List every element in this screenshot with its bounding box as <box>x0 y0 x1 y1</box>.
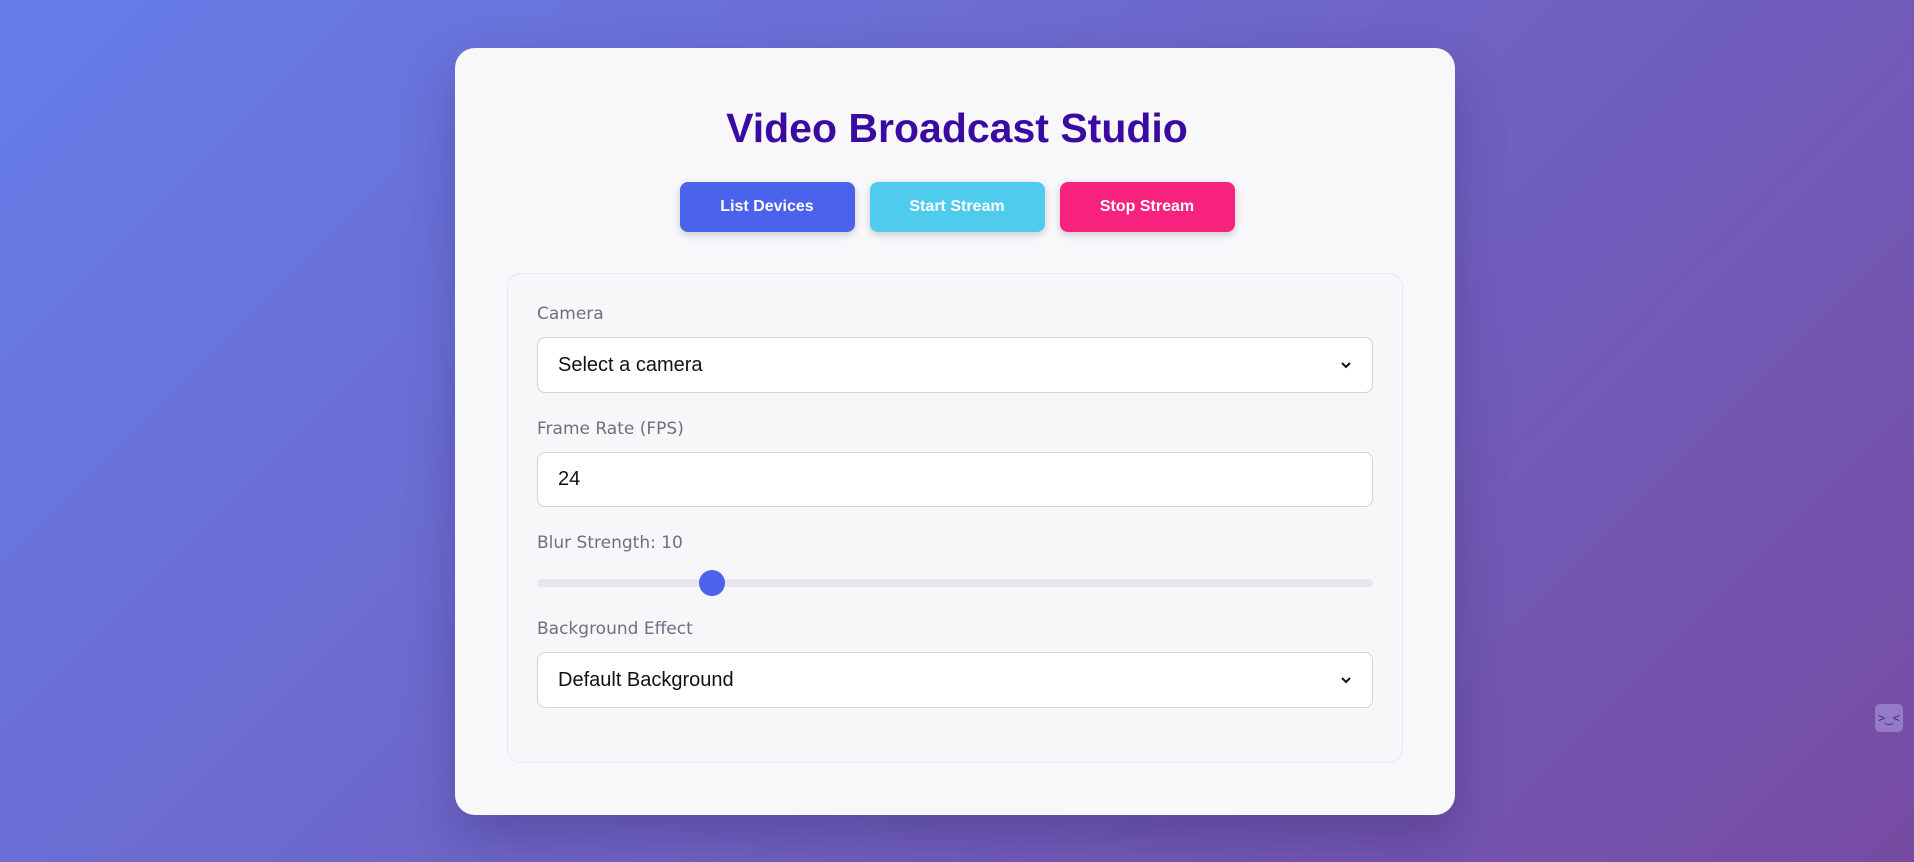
background-effect-select[interactable]: Default Background <box>537 652 1373 708</box>
background-effect-value: Default Background <box>558 668 734 691</box>
blur-label: Blur Strength: 10 <box>537 533 683 553</box>
toolbar: List Devices Start Stream Stop Stream <box>0 182 1914 232</box>
page-title: Video Broadcast Studio <box>726 105 1188 151</box>
background-effect-label: Background Effect <box>537 619 693 639</box>
blur-slider-track[interactable] <box>537 579 1373 587</box>
stop-stream-button[interactable]: Stop Stream <box>1059 182 1235 232</box>
fps-input[interactable]: 24 <box>537 452 1373 507</box>
chevron-down-icon <box>1340 674 1362 686</box>
fps-input-value: 24 <box>558 468 581 490</box>
blur-slider-thumb[interactable] <box>699 570 725 596</box>
camera-select-value: Select a camera <box>558 353 703 376</box>
chevron-down-icon <box>1340 359 1362 371</box>
camera-label: Camera <box>537 304 604 324</box>
assistant-widget-icon[interactable]: >‿< <box>1875 704 1903 732</box>
fps-label: Frame Rate (FPS) <box>537 419 684 439</box>
start-stream-button[interactable]: Start Stream <box>869 182 1045 232</box>
list-devices-button[interactable]: List Devices <box>679 182 855 232</box>
camera-select[interactable]: Select a camera <box>537 337 1373 393</box>
